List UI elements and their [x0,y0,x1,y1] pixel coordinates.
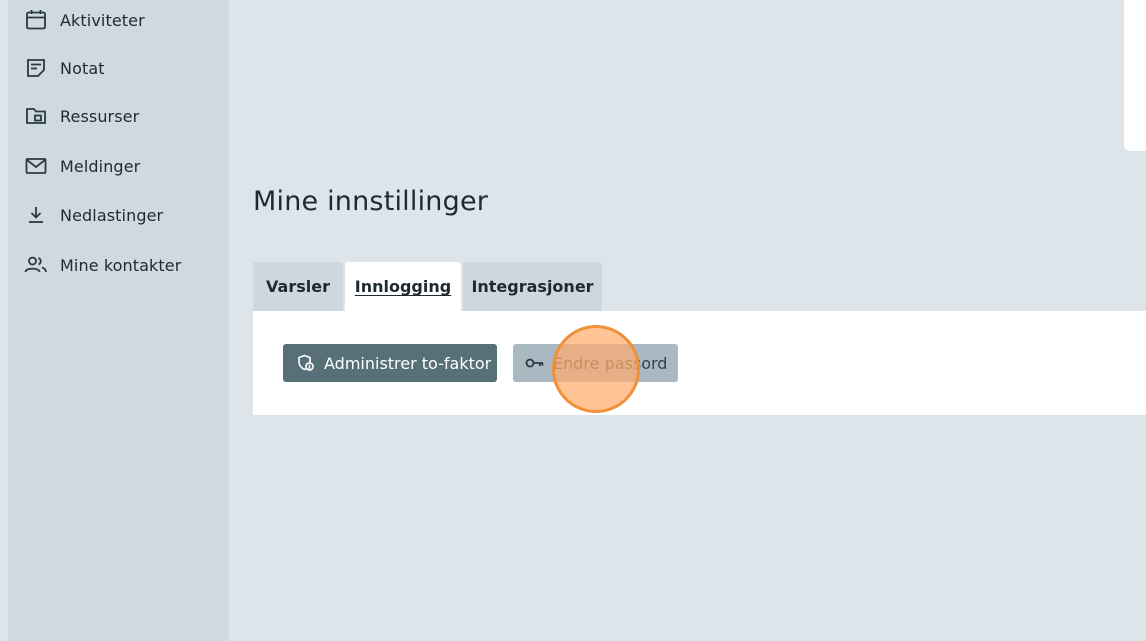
change-password-label: Endre passord [553,353,668,373]
tab-innlogging[interactable]: Innlogging [345,262,461,311]
sidebar-item-aktiviteter[interactable]: Aktiviteter [24,5,145,35]
sidebar-item-label: Notat [60,58,105,78]
calendar-icon [24,8,48,32]
sidebar-item-label: Aktiviteter [60,10,145,30]
manage-two-factor-label: Administrer to-faktor [324,353,492,373]
contacts-icon [24,253,48,277]
sidebar-item-label: Ressurser [60,106,140,126]
sidebar-item-notat[interactable]: Notat [24,53,105,83]
sidebar-item-meldinger[interactable]: Meldinger [24,151,140,181]
sidebar-item-mine-kontakter[interactable]: Mine kontakter [24,250,181,280]
mail-icon [24,154,48,178]
sidebar-item-label: Mine kontakter [60,255,182,275]
change-password-button[interactable]: Endre passord [513,344,678,382]
shield-icon [296,353,316,373]
folder-icon [24,104,48,128]
sidebar-item-nedlastinger[interactable]: Nedlastinger [24,200,163,230]
tab-integrasjoner[interactable]: Integrasjoner [463,262,602,311]
sidebar-item-label: Nedlastinger [60,205,164,225]
left-edge [0,0,8,641]
manage-two-factor-button[interactable]: Administrer to-faktor [283,344,497,382]
sidebar-item-label: Meldinger [60,156,141,176]
tab-varsler[interactable]: Varsler [253,262,343,311]
key-icon [525,353,545,373]
note-icon [24,56,48,80]
page-title: Mine innstillinger [253,186,489,217]
download-icon [24,203,48,227]
sidebar-item-ressurser[interactable]: Ressurser [24,101,139,131]
app-page: Aktiviteter Notat Ressurser Meldinger Ne… [0,0,1146,641]
sidebar: Aktiviteter Notat Ressurser Meldinger Ne… [8,0,229,641]
top-right-card [1124,0,1146,151]
